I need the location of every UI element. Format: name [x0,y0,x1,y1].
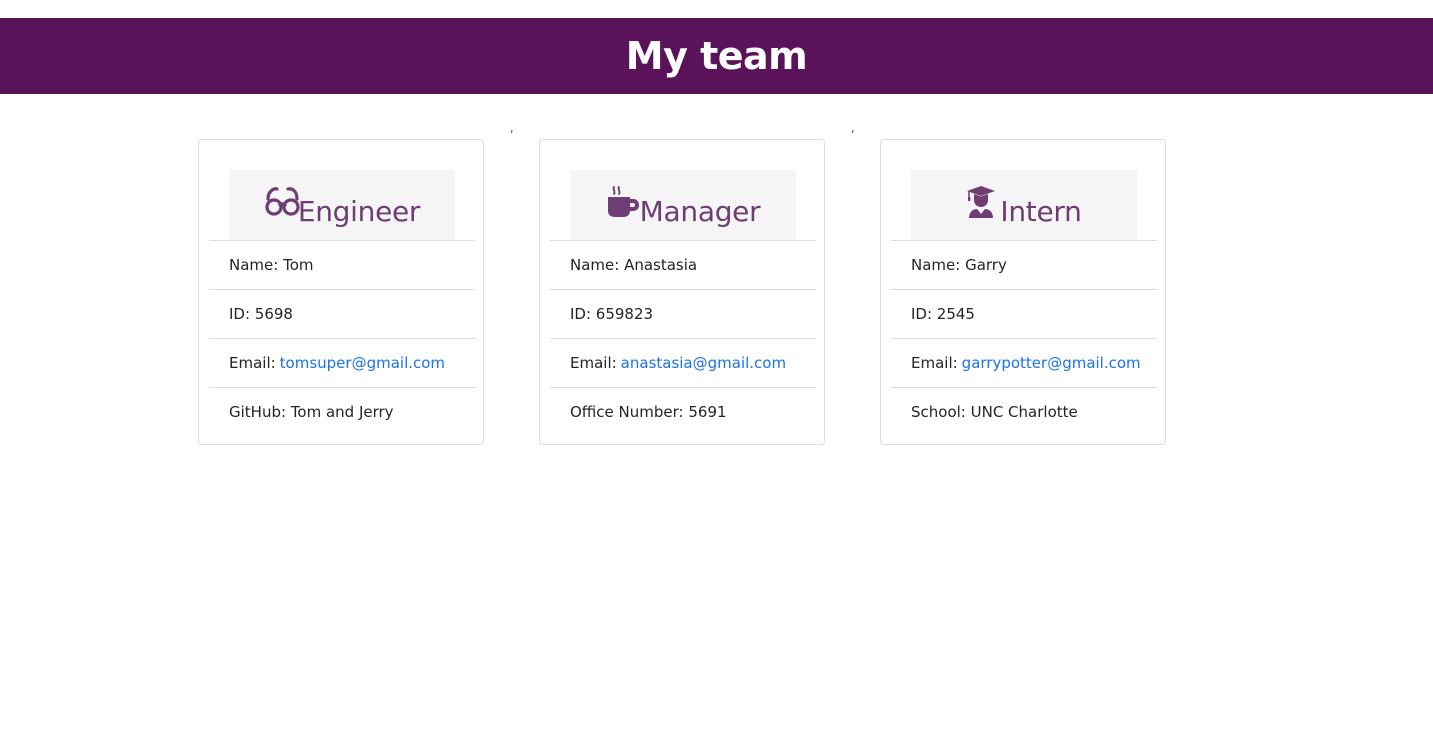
employee-card-manager: Manager Name: Anastasia ID: 659823 Email… [539,139,825,445]
email-link[interactable]: garrypotter@gmail.com [962,354,1141,372]
employee-name: Name: Anastasia [550,240,816,289]
email-link[interactable]: tomsuper@gmail.com [280,354,445,372]
employee-school: School: UNC Charlotte [891,387,1157,436]
card-role-title: Manager [639,194,761,228]
employee-name: Name: Garry [891,240,1157,289]
card-details-list: Name: Anastasia ID: 659823 Email: anasta… [550,240,816,436]
card-header: Manager [570,170,796,240]
employee-id: ID: 659823 [550,289,816,338]
email-link[interactable]: anastasia@gmail.com [621,354,786,372]
email-label: Email: [570,354,617,372]
employee-id: ID: 2545 [891,289,1157,338]
card-details-list: Name: Garry ID: 2545 Email: garrypotter@… [891,240,1157,436]
glasses-icon [264,185,300,219]
mug-hot-icon [606,185,640,219]
employee-card-engineer: Engineer Name: Tom ID: 5698 Email: tomsu… [198,139,484,445]
page-header: My team [0,18,1433,94]
separator-comma: , [510,122,514,135]
employee-email-row: Email: tomsuper@gmail.com [209,338,475,387]
user-graduate-icon [966,185,1000,219]
employee-email-row: Email: anastasia@gmail.com [550,338,816,387]
card-details-list: Name: Tom ID: 5698 Email: tomsuper@gmail… [209,240,475,436]
card-header: Intern [911,170,1137,240]
card-header: Engineer [229,170,455,240]
separator-comma: , [851,122,855,135]
employee-email-row: Email: garrypotter@gmail.com [891,338,1157,387]
email-label: Email: [911,354,958,372]
employee-card-intern: Intern Name: Garry ID: 2545 Email: garry… [880,139,1166,445]
page-title: My team [625,34,808,78]
employee-github: GitHub: Tom and Jerry [209,387,475,436]
email-label: Email: [229,354,276,372]
card-role-title: Intern [1000,194,1082,228]
card-role-title: Engineer [297,194,421,228]
employee-office-number: Office Number: 5691 [550,387,816,436]
employee-name: Name: Tom [209,240,475,289]
employee-id: ID: 5698 [209,289,475,338]
